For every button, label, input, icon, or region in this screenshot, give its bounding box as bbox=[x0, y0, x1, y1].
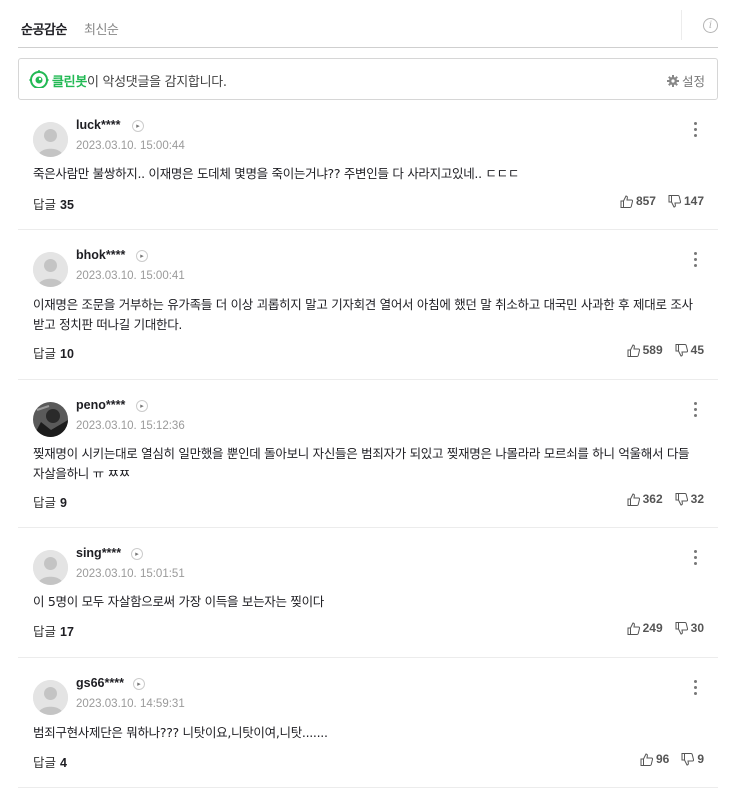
gear-icon bbox=[666, 74, 679, 87]
comment-nickname[interactable]: sing**** bbox=[76, 546, 121, 560]
vote-group: 362 32 bbox=[615, 492, 704, 506]
sort-tab-latest[interactable]: 최신순 bbox=[84, 19, 119, 38]
sort-tab-likes[interactable]: 순공감순 bbox=[21, 19, 67, 38]
avatar[interactable] bbox=[33, 252, 68, 287]
more-options-icon[interactable] bbox=[694, 402, 698, 418]
like-button[interactable]: 589 bbox=[627, 343, 663, 357]
like-count: 96 bbox=[655, 752, 670, 766]
comment-text: 죽은사람만 불쌍하지.. 이재명은 도데체 몇명을 죽이는거냐?? 주변인들 다… bbox=[33, 166, 520, 181]
dislike-count: 9 bbox=[697, 752, 704, 766]
chevron-right-icon[interactable]: ▸ bbox=[131, 548, 143, 560]
chevron-right-icon[interactable]: ▸ bbox=[136, 250, 148, 262]
reply-label: 답글 bbox=[33, 495, 57, 510]
like-button[interactable]: 362 bbox=[627, 492, 663, 506]
chevron-right-icon[interactable]: ▸ bbox=[136, 400, 148, 412]
comment-item: peno**** ▸ 2023.03.10. 15:12:36 찢재명이 시키는… bbox=[18, 380, 718, 528]
like-button[interactable]: 96 bbox=[640, 752, 669, 766]
comment-item: sing**** ▸ 2023.03.10. 15:01:51 이 5명이 모두… bbox=[18, 528, 718, 658]
comment-item: gs66**** ▸ 2023.03.10. 14:59:31 범죄구현사제단은… bbox=[18, 658, 718, 788]
chevron-right-icon[interactable]: ▸ bbox=[133, 678, 145, 690]
more-options-icon[interactable] bbox=[694, 252, 698, 268]
avatar[interactable] bbox=[33, 402, 68, 437]
like-count: 857 bbox=[635, 194, 656, 208]
reply-button[interactable]: 답글 10 bbox=[33, 343, 74, 362]
dislike-count: 147 bbox=[683, 194, 704, 208]
vote-group: 249 30 bbox=[615, 621, 704, 635]
more-options-icon[interactable] bbox=[694, 680, 698, 696]
info-icon[interactable]: i bbox=[703, 18, 718, 33]
cleanbot-icon bbox=[29, 70, 49, 88]
comment-text: 이 5명이 모두 자살함으로써 가장 이득을 보는자는 찢이다 bbox=[33, 594, 324, 609]
reply-count: 17 bbox=[60, 625, 74, 639]
thumbs-up-icon bbox=[627, 492, 640, 506]
comment-nickname[interactable]: bhok**** bbox=[76, 248, 125, 262]
dislike-button[interactable]: 32 bbox=[675, 492, 704, 506]
avatar[interactable] bbox=[33, 680, 68, 715]
vote-group: 857 147 bbox=[608, 194, 704, 208]
comment-date: 2023.03.10. 15:00:44 bbox=[76, 140, 185, 152]
comment-text: 범죄구현사제단은 뭐하나??? 니탓이요,니탓이여,니탓....... bbox=[33, 725, 328, 740]
comment-nickname[interactable]: luck**** bbox=[76, 118, 120, 132]
like-count: 249 bbox=[642, 621, 663, 635]
dislike-button[interactable]: 30 bbox=[675, 621, 704, 635]
comment-text: 찢재명이 시키는대로 열심히 일만했을 뿐인데 돌아보니 자신들은 범죄자가 되… bbox=[33, 446, 690, 481]
vote-group: 589 45 bbox=[615, 343, 704, 357]
sort-bar: 순공감순 최신순 i bbox=[18, 10, 718, 48]
thumbs-down-icon bbox=[675, 343, 688, 357]
comment-nickname[interactable]: peno**** bbox=[76, 398, 125, 412]
comment-item: bhok**** ▸ 2023.03.10. 15:00:41 이재명은 조문을… bbox=[18, 230, 718, 380]
like-button[interactable]: 249 bbox=[627, 621, 663, 635]
comment-date: 2023.03.10. 15:00:41 bbox=[76, 270, 185, 282]
more-options-icon[interactable] bbox=[694, 550, 698, 566]
thumbs-down-icon bbox=[675, 492, 688, 506]
thumbs-down-icon bbox=[675, 621, 688, 635]
reply-count: 9 bbox=[60, 496, 67, 510]
dislike-button[interactable]: 9 bbox=[681, 752, 704, 766]
like-count: 362 bbox=[642, 492, 663, 506]
cleanbot-settings-button[interactable]: 설정 bbox=[666, 71, 705, 90]
cleanbot-banner: 클린봇이 악성댓글을 감지합니다. 설정 bbox=[18, 58, 718, 100]
thumbs-up-icon bbox=[627, 343, 640, 357]
reply-button[interactable]: 답글 9 bbox=[33, 492, 67, 511]
reply-label: 답글 bbox=[33, 346, 57, 361]
thumbs-up-icon bbox=[640, 752, 653, 766]
reply-count: 4 bbox=[60, 756, 67, 770]
reply-button[interactable]: 답글 35 bbox=[33, 194, 74, 213]
reply-label: 답글 bbox=[33, 197, 57, 212]
thumbs-down-icon bbox=[681, 752, 695, 766]
reply-count: 10 bbox=[60, 347, 74, 361]
avatar[interactable] bbox=[33, 122, 68, 157]
more-options-icon[interactable] bbox=[694, 122, 698, 138]
comment-date: 2023.03.10. 15:12:36 bbox=[76, 420, 185, 432]
reply-label: 답글 bbox=[33, 755, 57, 770]
cleanbot-brand[interactable]: 클린봇 bbox=[52, 75, 87, 90]
dislike-count: 45 bbox=[690, 343, 704, 357]
comment-nickname[interactable]: gs66**** bbox=[76, 676, 124, 690]
comment-item: luck**** ▸ 2023.03.10. 15:00:44 죽은사람만 불쌍… bbox=[18, 110, 718, 230]
dislike-count: 30 bbox=[690, 621, 704, 635]
reply-button[interactable]: 답글 4 bbox=[33, 752, 67, 771]
sort-divider bbox=[681, 10, 682, 40]
dislike-count: 32 bbox=[690, 492, 704, 506]
like-button[interactable]: 857 bbox=[620, 194, 656, 208]
thumbs-up-icon bbox=[627, 621, 640, 635]
comment-date: 2023.03.10. 15:01:51 bbox=[76, 568, 185, 580]
comment-text: 이재명은 조문을 거부하는 유가족들 더 이상 괴롭히지 말고 기자회견 열어서… bbox=[33, 297, 693, 332]
avatar[interactable] bbox=[33, 550, 68, 585]
settings-label: 설정 bbox=[681, 74, 705, 89]
like-count: 589 bbox=[642, 343, 663, 357]
chevron-right-icon[interactable]: ▸ bbox=[132, 120, 144, 132]
vote-group: 96 9 bbox=[628, 752, 704, 766]
cleanbot-description: 이 악성댓글을 감지합니다. bbox=[86, 75, 227, 90]
reply-count: 35 bbox=[60, 198, 74, 212]
dislike-button[interactable]: 45 bbox=[675, 343, 704, 357]
cleanbot-message: 클린봇이 악성댓글을 감지합니다. bbox=[52, 71, 227, 90]
dislike-button[interactable]: 147 bbox=[668, 194, 704, 208]
thumbs-up-icon bbox=[620, 194, 633, 208]
reply-label: 답글 bbox=[33, 624, 57, 639]
reply-button[interactable]: 답글 17 bbox=[33, 621, 74, 640]
thumbs-down-icon bbox=[668, 194, 681, 208]
comment-date: 2023.03.10. 14:59:31 bbox=[76, 698, 185, 710]
